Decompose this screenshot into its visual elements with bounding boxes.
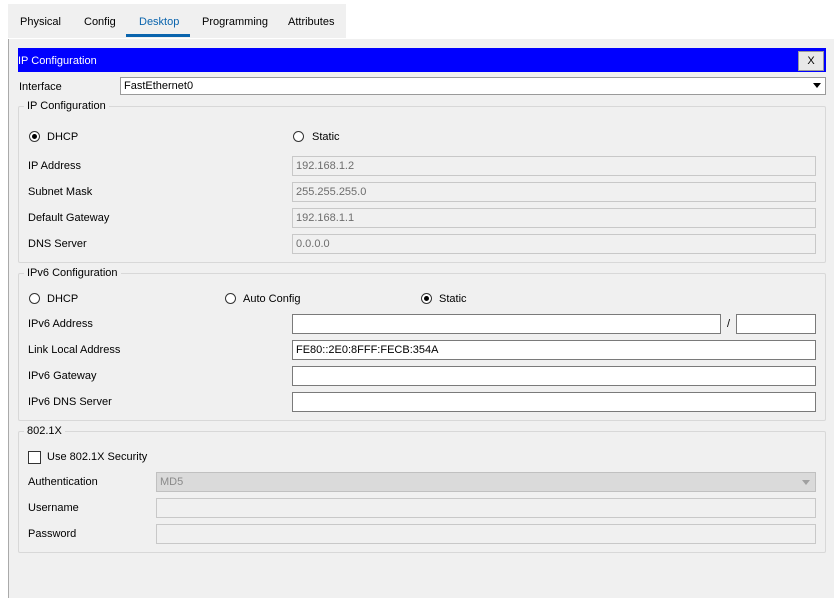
ipv6-dns-input[interactable] bbox=[292, 392, 816, 412]
tab-programming[interactable]: Programming bbox=[202, 16, 268, 34]
ipv6-gateway-label: IPv6 Gateway bbox=[28, 370, 97, 382]
authentication-select[interactable]: MD5 bbox=[156, 472, 816, 492]
subnet-mask-label: Subnet Mask bbox=[28, 186, 93, 198]
default-gateway-input[interactable] bbox=[292, 208, 816, 228]
prefix-separator: / bbox=[727, 318, 731, 330]
ipv6-static-label[interactable]: Static bbox=[439, 293, 467, 305]
ipv4-dhcp-label[interactable]: DHCP bbox=[47, 131, 78, 143]
ipv4-static-label[interactable]: Static bbox=[312, 131, 340, 143]
ipv6-gateway-input[interactable] bbox=[292, 366, 816, 386]
subnet-mask-input[interactable] bbox=[292, 182, 816, 202]
ipv4-dhcp-radio[interactable] bbox=[29, 131, 40, 142]
ipv4-static-radio[interactable] bbox=[293, 131, 304, 142]
ipv6-legend: IPv6 Configuration bbox=[24, 267, 121, 279]
default-gateway-label: Default Gateway bbox=[28, 212, 110, 224]
use-8021x-label[interactable]: Use 802.1X Security bbox=[47, 451, 147, 463]
username-label: Username bbox=[28, 502, 79, 514]
tab-desktop[interactable]: Desktop bbox=[139, 16, 179, 34]
authentication-label: Authentication bbox=[28, 476, 98, 488]
use-8021x-checkbox[interactable] bbox=[28, 451, 41, 464]
window-title: IP Configuration bbox=[18, 55, 97, 67]
ipv6-dhcp-radio[interactable] bbox=[29, 293, 40, 304]
chevron-down-icon bbox=[802, 480, 810, 485]
interface-select[interactable]: FastEthernet0 bbox=[120, 77, 826, 95]
ipv6-address-input[interactable] bbox=[292, 314, 721, 334]
close-button[interactable]: X bbox=[798, 51, 824, 71]
tab-config[interactable]: Config bbox=[84, 16, 116, 34]
ipv6-auto-config-label[interactable]: Auto Config bbox=[243, 293, 300, 305]
tab-attributes[interactable]: Attributes bbox=[288, 16, 334, 34]
ipv6-prefix-input[interactable] bbox=[736, 314, 816, 334]
active-tab-indicator bbox=[126, 34, 190, 37]
link-local-label: Link Local Address bbox=[28, 344, 121, 356]
ipv6-address-label: IPv6 Address bbox=[28, 318, 93, 330]
interface-label: Interface bbox=[19, 81, 62, 93]
ipv4-legend: IP Configuration bbox=[24, 100, 109, 112]
password-label: Password bbox=[28, 528, 77, 540]
ipv6-dhcp-label[interactable]: DHCP bbox=[47, 293, 78, 305]
window-titlebar: IP Configuration bbox=[18, 48, 826, 72]
username-input[interactable] bbox=[156, 498, 816, 518]
ipv6-dns-label: IPv6 DNS Server bbox=[28, 396, 112, 408]
ip-address-input[interactable] bbox=[292, 156, 816, 176]
password-input[interactable] bbox=[156, 524, 816, 544]
ip-address-label: IP Address bbox=[28, 160, 81, 172]
ipv6-static-radio[interactable] bbox=[421, 293, 432, 304]
link-local-input[interactable] bbox=[292, 340, 816, 360]
ipv6-auto-config-radio[interactable] bbox=[225, 293, 236, 304]
dot1x-legend: 802.1X bbox=[24, 425, 65, 437]
interface-value: FastEthernet0 bbox=[124, 80, 194, 92]
tab-physical[interactable]: Physical bbox=[20, 16, 61, 34]
dns-server-label: DNS Server bbox=[28, 238, 87, 250]
dns-server-input[interactable] bbox=[292, 234, 816, 254]
chevron-down-icon bbox=[813, 83, 821, 88]
authentication-value: MD5 bbox=[160, 476, 184, 488]
